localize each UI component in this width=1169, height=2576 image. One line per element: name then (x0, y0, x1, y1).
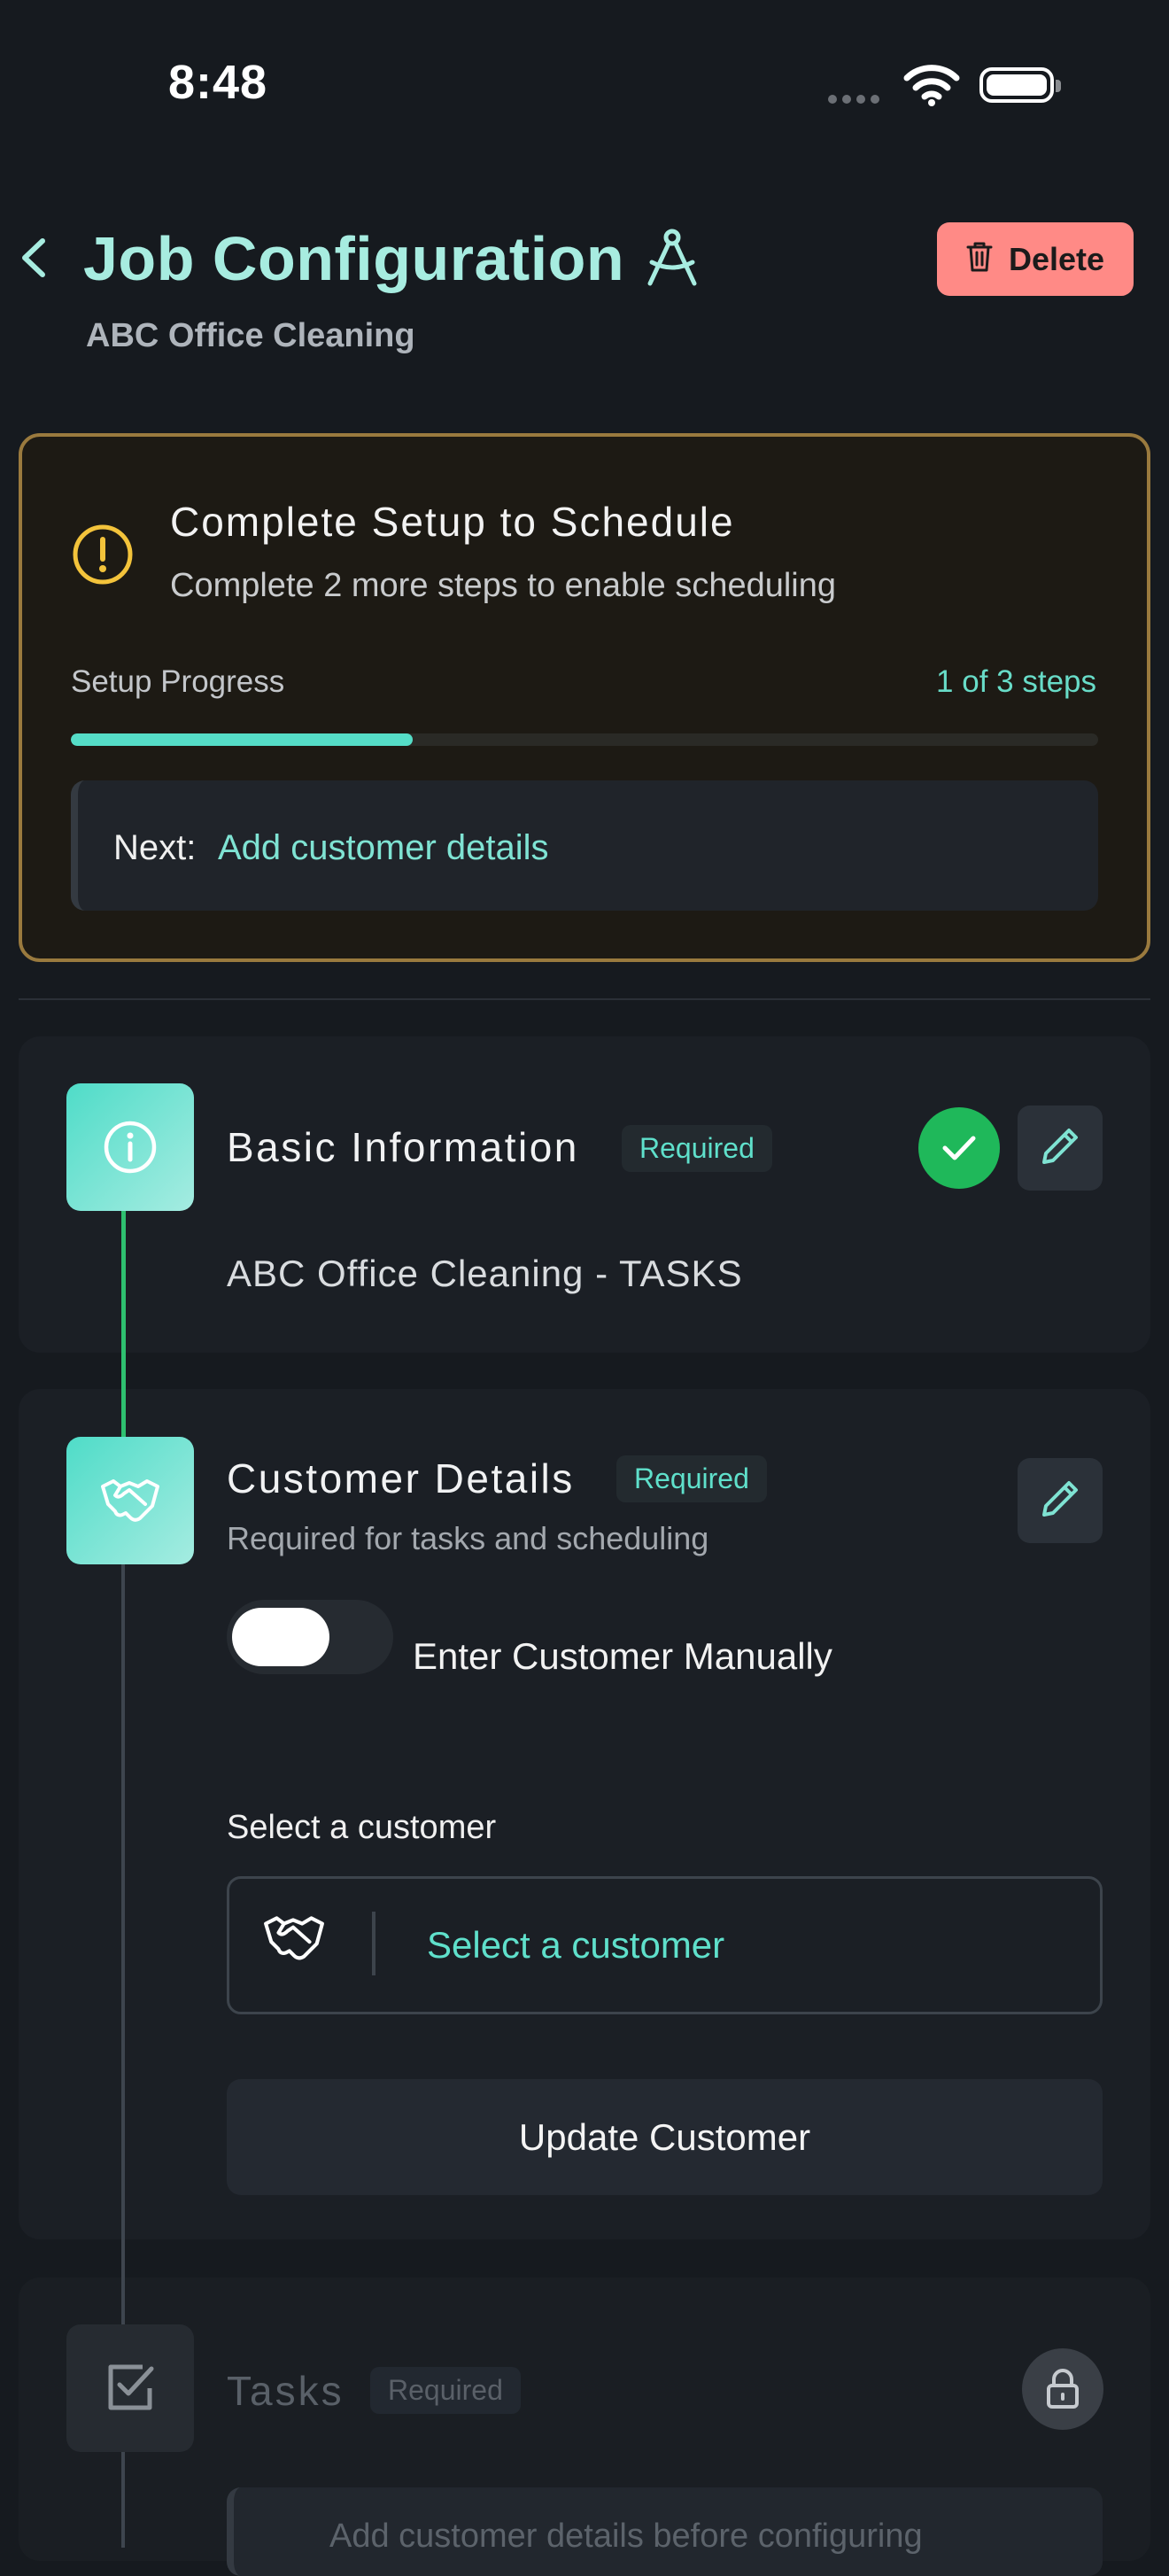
wifi-icon (903, 64, 960, 111)
delete-button-label: Delete (1008, 240, 1105, 277)
handshake-icon (262, 1910, 326, 1971)
progress-bar (71, 733, 1098, 746)
delete-button[interactable]: Delete (937, 222, 1134, 296)
handshake-icon (66, 1437, 194, 1564)
next-step-value[interactable]: Add customer details (218, 828, 549, 868)
locked-message: Add customer details before configuring (329, 2518, 923, 2555)
pencil-icon (1037, 1476, 1083, 1526)
compass-icon (643, 227, 701, 293)
select-customer-label: Select a customer (227, 1809, 497, 1846)
step-title-basic-information: Basic Information (227, 1124, 579, 1170)
progress-count: 1 of 3 steps (936, 664, 1096, 699)
edit-customer-details-button[interactable] (1018, 1458, 1103, 1543)
setup-subtitle: Complete 2 more steps to enable scheduli… (170, 567, 837, 604)
required-badge: Required (370, 2367, 521, 2414)
toggle-knob (232, 1608, 329, 1666)
next-step-label: Next: (113, 828, 197, 867)
check-icon (918, 1107, 1000, 1189)
progress-label: Setup Progress (71, 664, 285, 699)
pencil-icon (1037, 1123, 1083, 1174)
customer-select-placeholder[interactable]: Select a customer (427, 1924, 724, 1967)
update-customer-label: Update Customer (518, 2115, 811, 2158)
divider (19, 998, 1150, 1000)
back-chevron-icon[interactable] (16, 236, 51, 280)
cellular-signal-icon (828, 92, 886, 104)
status-time: 8:48 (168, 56, 268, 109)
battery-icon (979, 67, 1061, 103)
edit-basic-information-button[interactable] (1018, 1106, 1103, 1191)
required-badge: Required (616, 1455, 767, 1502)
timeline-connector-complete (121, 1205, 126, 1444)
page-title: Job Configuration (83, 224, 625, 293)
select-separator (372, 1912, 375, 1975)
toggle-label: Enter Customer Manually (413, 1635, 832, 1677)
basic-information-value: ABC Office Cleaning - TASKS (227, 1253, 743, 1294)
progress-bar-fill (71, 733, 414, 746)
enter-customer-manually-toggle[interactable] (227, 1600, 393, 1674)
step-title-tasks: Tasks (227, 2368, 345, 2414)
lock-icon (1022, 2348, 1103, 2430)
trash-icon (966, 241, 993, 277)
checkbox-icon (66, 2324, 194, 2452)
required-badge: Required (622, 1125, 772, 1172)
update-customer-button[interactable]: Update Customer (227, 2079, 1103, 2195)
info-icon (66, 1083, 194, 1211)
page-subtitle: ABC Office Cleaning (86, 317, 415, 354)
setup-title: Complete Setup to Schedule (170, 499, 735, 545)
step-title-customer-details: Customer Details (227, 1455, 575, 1501)
customer-details-subtitle: Required for tasks and scheduling (227, 1520, 709, 1556)
warning-icon (71, 523, 135, 591)
